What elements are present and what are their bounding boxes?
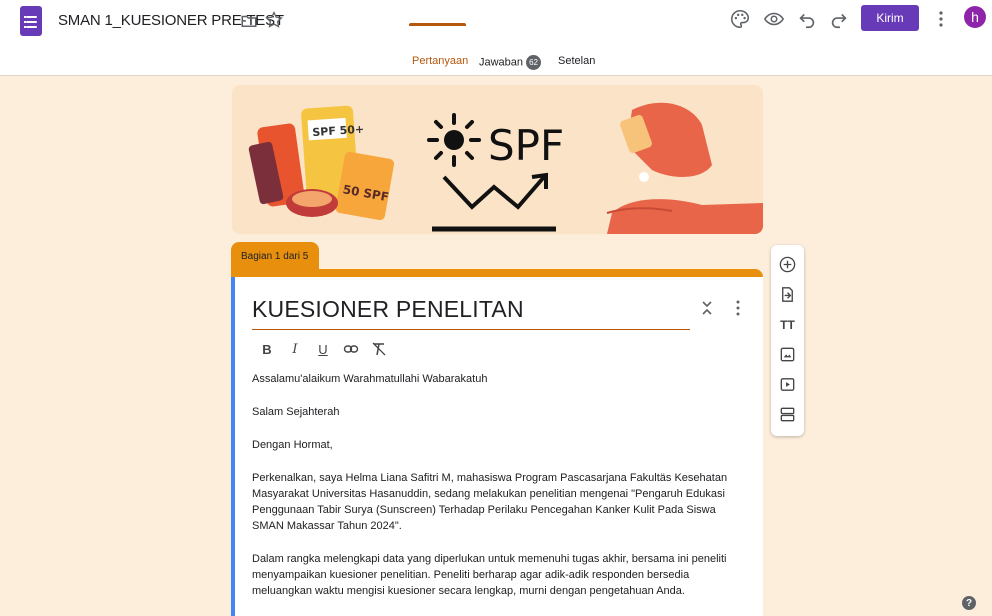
italic-button[interactable]: I (287, 341, 303, 357)
palette-icon[interactable] (729, 8, 751, 30)
responses-count-badge: 62 (526, 55, 542, 70)
add-title-description-icon[interactable]: TT (778, 315, 797, 334)
tab-questions[interactable]: Pertanyaan (412, 55, 468, 67)
description-paragraph: Dengan Hormat, (252, 439, 333, 451)
folder-icon[interactable] (240, 12, 258, 30)
description-paragraph: Dalam rangka melengkapi data yang diperl… (252, 553, 727, 597)
account-avatar[interactable]: h (964, 6, 986, 28)
undo-icon[interactable] (796, 8, 818, 30)
add-question-icon[interactable] (778, 255, 797, 274)
tab-responses-label: Jawaban (479, 56, 524, 69)
link-icon[interactable] (343, 341, 359, 357)
collapse-section-icon[interactable] (699, 299, 715, 317)
header-banner-image[interactable]: SPF 50+ 50 SPF SPF (232, 85, 763, 234)
star-icon[interactable] (264, 10, 284, 30)
tab-responses[interactable]: Jawaban 62 (479, 55, 542, 70)
help-icon[interactable]: ? (962, 596, 976, 610)
section-description[interactable]: Assalamu'alaikum Warahmatullahi Wabaraka… (252, 371, 732, 616)
send-button[interactable]: Kirim (861, 5, 919, 31)
text-format-toolbar: B I U (259, 339, 387, 359)
title-underline (252, 329, 690, 330)
form-tabs: Pertanyaan Jawaban 62 Setelan (0, 50, 992, 76)
more-options-icon[interactable] (932, 9, 950, 29)
bold-button[interactable]: B (259, 341, 275, 357)
underline-button[interactable]: U (315, 341, 331, 357)
top-bar: SMAN 1_KUESIONER PRE-TEST Kirim h Pertan… (0, 0, 992, 76)
section-title[interactable]: KUESIONER PENELITAN (252, 296, 524, 323)
description-paragraph: Salam Sejahterah (252, 406, 340, 418)
section-card[interactable]: KUESIONER PENELITAN B I U Assalamu'alaik… (231, 277, 763, 616)
floating-toolbar: TT (771, 245, 804, 436)
preview-eye-icon[interactable] (763, 8, 785, 30)
tab-settings[interactable]: Setelan (558, 55, 595, 67)
forms-app-icon[interactable] (20, 6, 42, 36)
redo-icon[interactable] (828, 8, 850, 30)
active-tab-indicator (409, 23, 466, 26)
add-video-icon[interactable] (778, 375, 797, 394)
description-paragraph: Assalamu'alaikum Warahmatullahi Wabaraka… (252, 373, 488, 385)
clear-formatting-icon[interactable] (371, 341, 387, 357)
section-more-icon[interactable] (731, 299, 745, 317)
import-questions-icon[interactable] (778, 285, 797, 304)
add-image-icon[interactable] (778, 345, 797, 364)
description-paragraph: Perkenalkan, saya Helma Liana Safitri M,… (252, 472, 728, 532)
banner-spf-text: SPF (488, 121, 564, 170)
add-section-icon[interactable] (778, 405, 797, 424)
sunscreen-illustration: SPF 50+ 50 SPF SPF (232, 85, 763, 234)
